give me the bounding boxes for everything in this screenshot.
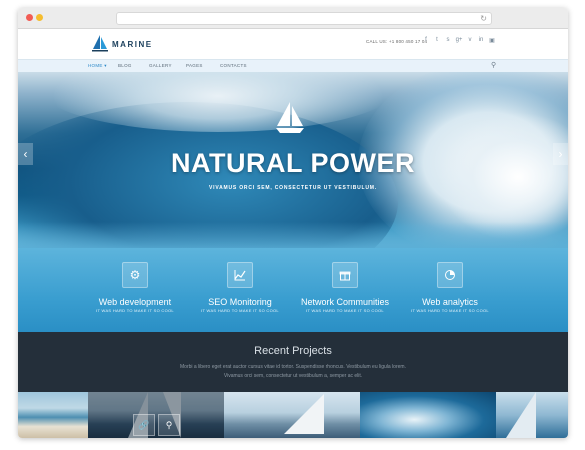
feature-seo-monitoring[interactable]: SEO Monitoring IT WAS HARD TO MAKE IT SO…: [185, 262, 295, 313]
feature-web-development[interactable]: ⚙ Web development IT WAS HARD TO MAKE IT…: [80, 262, 190, 313]
gallery-item-wave[interactable]: [360, 392, 496, 438]
section-description: Morbi a libero eget erat auctor cursus v…: [18, 363, 568, 381]
facebook-icon[interactable]: f: [422, 37, 430, 44]
feature-title: SEO Monitoring: [208, 297, 272, 307]
feature-subtitle: IT WAS HARD TO MAKE IT SO COOL: [411, 308, 489, 313]
browser-window: ↻ MARINE CALL US: +1 800 450 17 04 f t s…: [18, 8, 568, 438]
section-title: Recent Projects: [254, 345, 332, 357]
sailboat-logo-icon: [92, 35, 108, 52]
instagram-icon[interactable]: ▣: [488, 37, 496, 44]
search-icon[interactable]: ⚲: [491, 61, 496, 69]
recent-projects-section: Recent Projects Morbi a libero eget erat…: [18, 332, 568, 392]
twitter-icon[interactable]: t: [433, 37, 441, 44]
minimize-window-button[interactable]: [36, 14, 43, 21]
gear-icon: ⚙: [122, 262, 148, 288]
chart-icon: [227, 262, 253, 288]
main-nav: HOME ▾ BLOG GALLERY PAGES CONTACTS ⚲: [18, 59, 568, 73]
gallery-item-regatta[interactable]: [496, 392, 568, 438]
feature-subtitle: IT WAS HARD TO MAKE IT SO COOL: [96, 308, 174, 313]
project-gallery: 🔗 ⚲: [18, 392, 568, 438]
pie-chart-icon: [437, 262, 463, 288]
feature-web-analytics[interactable]: Web analytics IT WAS HARD TO MAKE IT SO …: [395, 262, 505, 313]
feature-subtitle: IT WAS HARD TO MAKE IT SO COOL: [306, 308, 384, 313]
gallery-item-sails[interactable]: 🔗 ⚲: [88, 392, 224, 438]
hover-overlay: [88, 392, 224, 438]
nav-item-home[interactable]: HOME ▾: [88, 63, 107, 69]
feature-title: Web analytics: [422, 297, 478, 307]
gallery-item-beach[interactable]: [18, 392, 88, 438]
slider-next-arrow[interactable]: ›: [553, 143, 568, 165]
hero-subtitle: VIVAMUS ORCI SEM, CONSECTETUR UT VESTIBU…: [209, 185, 377, 191]
slider-prev-arrow[interactable]: ‹: [18, 143, 33, 165]
hero-slider: NATURAL POWER VIVAMUS ORCI SEM, CONSECTE…: [18, 72, 568, 248]
nav-item-blog[interactable]: BLOG: [118, 63, 132, 68]
feature-title: Network Communities: [300, 297, 390, 307]
description-line: Vivamus orci sem, consectetur ut vestibu…: [223, 373, 363, 379]
feature-title: Web development: [98, 297, 172, 307]
sailboat-icon: [276, 102, 304, 133]
social-links: f t s g+ v in ▣: [422, 37, 496, 44]
hero-title: NATURAL POWER: [171, 148, 415, 178]
google-plus-icon[interactable]: g+: [455, 37, 463, 44]
sail-shape: [284, 394, 324, 434]
close-window-button[interactable]: [26, 14, 33, 21]
nav-item-pages[interactable]: PAGES: [186, 63, 203, 68]
call-us-text: CALL US: +1 800 450 17 04: [366, 39, 428, 44]
sea-surface: [18, 222, 568, 248]
logo-text: MARINE: [112, 40, 153, 49]
browser-chrome: ↻: [18, 8, 568, 29]
sail-shape: [506, 392, 536, 438]
features-section: ⚙ Web development IT WAS HARD TO MAKE IT…: [18, 248, 568, 332]
reload-icon[interactable]: ↻: [480, 13, 487, 24]
site-header: MARINE CALL US: +1 800 450 17 04 f t s g…: [18, 29, 568, 59]
nav-item-contacts[interactable]: CONTACTS: [220, 63, 247, 68]
skype-icon[interactable]: s: [444, 37, 452, 44]
address-bar[interactable]: ↻: [116, 12, 492, 25]
zoom-icon[interactable]: ⚲: [158, 414, 180, 436]
linkedin-icon[interactable]: in: [477, 37, 485, 44]
site-logo[interactable]: MARINE: [90, 33, 153, 55]
feature-network-communities[interactable]: Network Communities IT WAS HARD TO MAKE …: [290, 262, 400, 313]
feature-subtitle: IT WAS HARD TO MAKE IT SO COOL: [201, 308, 279, 313]
nav-item-gallery[interactable]: GALLERY: [149, 63, 172, 68]
vimeo-icon[interactable]: v: [466, 37, 474, 44]
link-icon[interactable]: 🔗: [133, 414, 155, 436]
gift-icon: [332, 262, 358, 288]
description-line: Morbi a libero eget erat auctor cursus v…: [180, 364, 406, 370]
gallery-item-sailboat[interactable]: [224, 392, 360, 438]
